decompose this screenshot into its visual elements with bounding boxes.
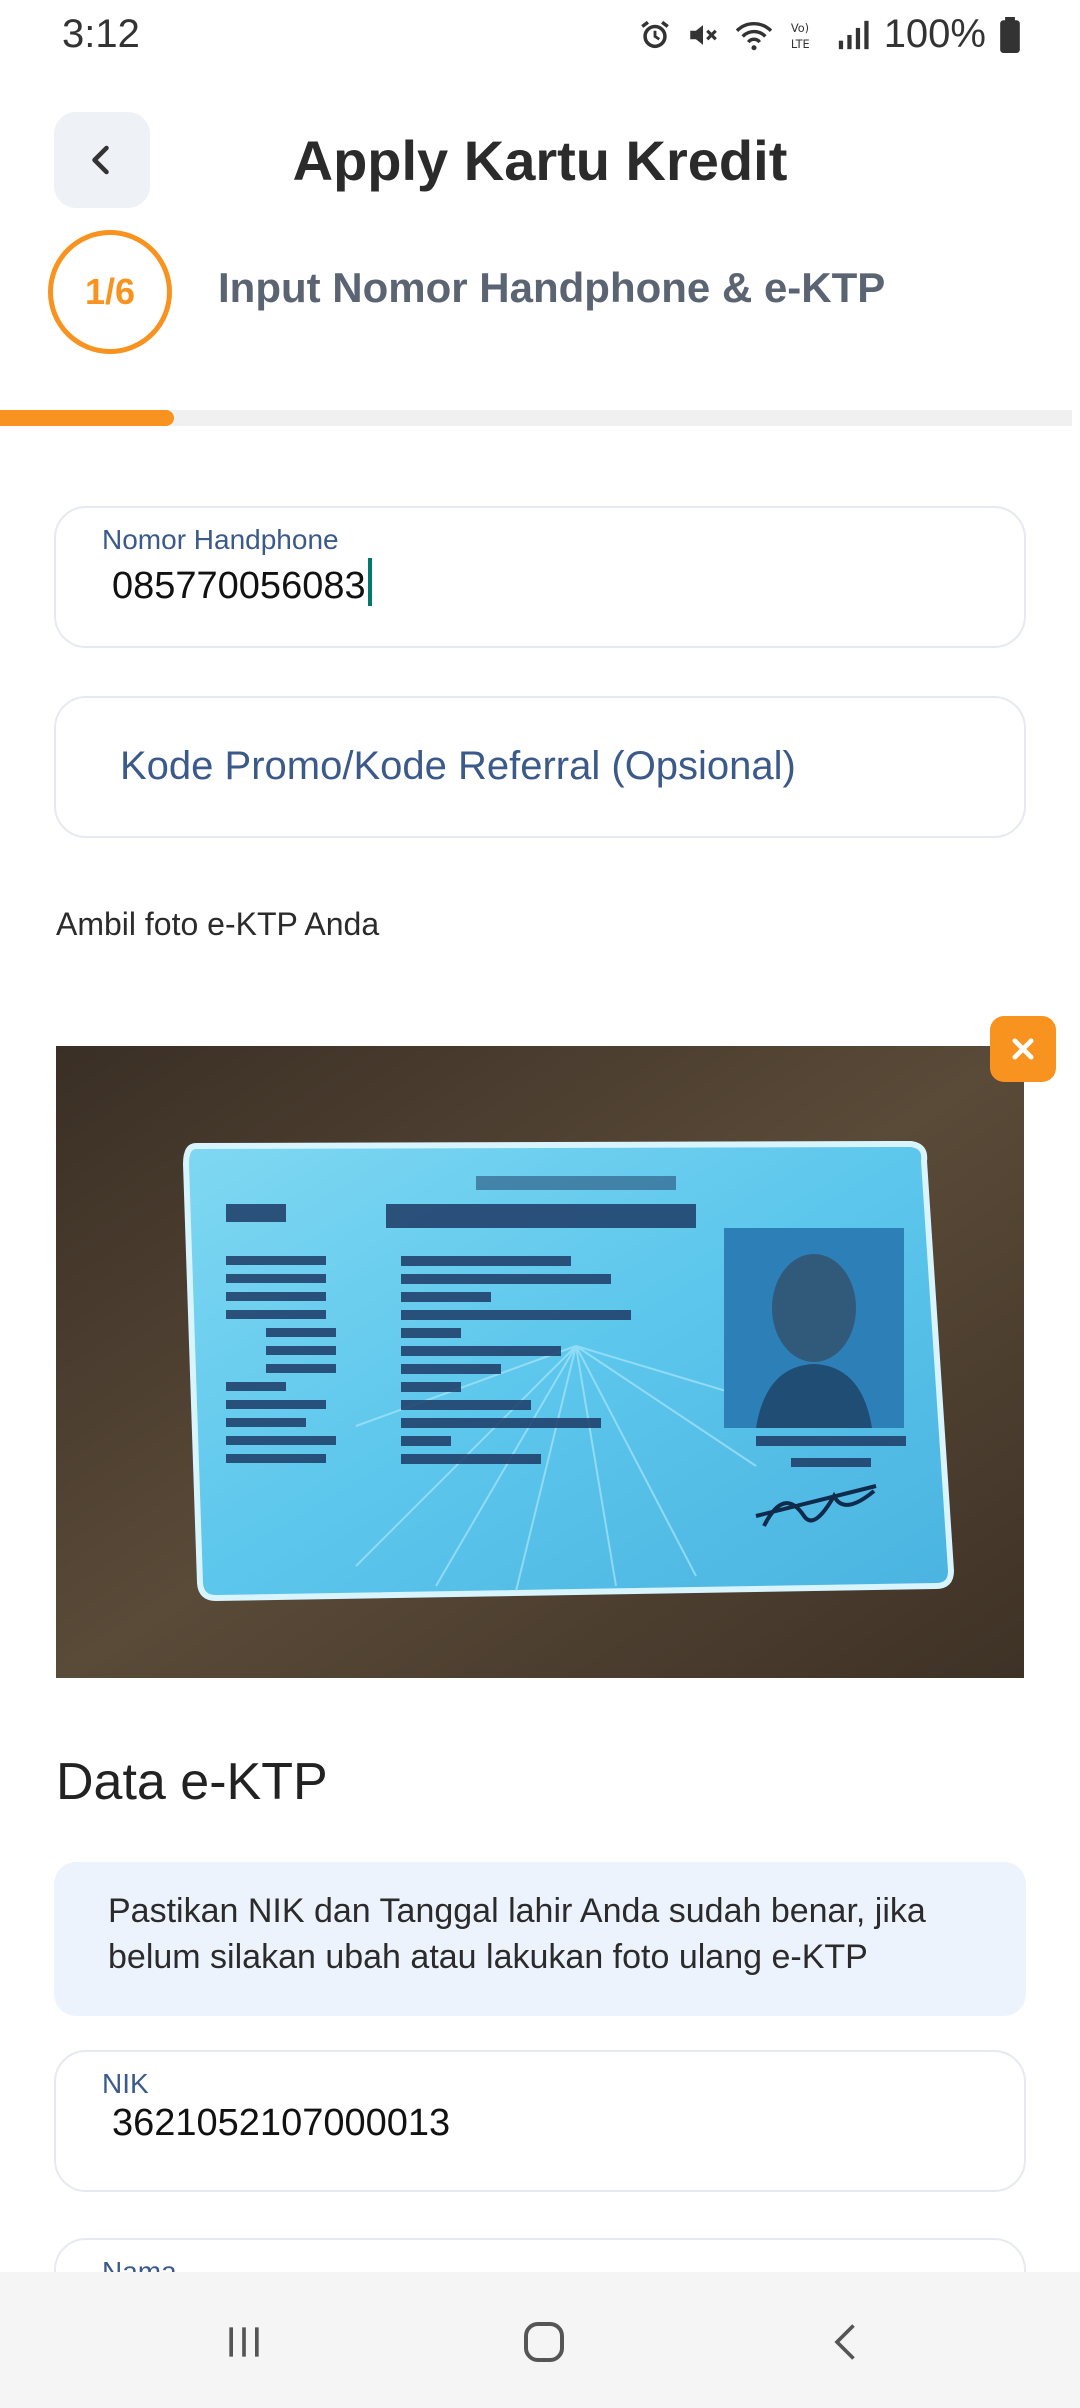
- battery-icon: [1000, 16, 1020, 53]
- phone-field-label: Nomor Handphone: [102, 524, 339, 555]
- status-bar: 3:12 Vo) LTE 100%: [0, 0, 1080, 70]
- text-caret: [367, 558, 372, 606]
- status-icons: Vo) LTE 100%: [638, 12, 1020, 57]
- status-time: 3:12: [62, 12, 140, 56]
- step-label: Input Nomor Handphone & e-KTP: [218, 264, 886, 311]
- page-title: Apply Kartu Kredit: [292, 129, 788, 192]
- phone-value: 085770056083: [112, 565, 366, 607]
- nik-field[interactable]: NIK 3621052107000013: [54, 2050, 1026, 2192]
- system-nav-bar: [0, 2272, 1080, 2408]
- phone-input[interactable]: 085770056083: [112, 558, 372, 608]
- battery-percent: 100%: [883, 12, 986, 56]
- promo-code-field[interactable]: Kode Promo/Kode Referral (Opsional): [54, 696, 1026, 838]
- nik-input[interactable]: 3621052107000013: [112, 2102, 450, 2145]
- remove-photo-button[interactable]: [990, 1016, 1056, 1082]
- volte-icon: Vo)LTE: [791, 21, 810, 51]
- recent-apps-button[interactable]: [214, 2312, 274, 2372]
- alarm-icon: [640, 20, 669, 48]
- home-button[interactable]: [514, 2312, 574, 2372]
- system-back-button[interactable]: [818, 2312, 878, 2372]
- home-icon: [524, 2322, 564, 2362]
- svg-text:LTE: LTE: [791, 36, 810, 50]
- svg-text:Vo): Vo): [791, 21, 809, 35]
- ektp-photo: [56, 1046, 1024, 1678]
- ektp-notice: Pastikan NIK dan Tanggal lahir Anda suda…: [54, 1862, 1026, 2016]
- mute-icon: [689, 24, 717, 45]
- promo-code-placeholder: Kode Promo/Kode Referral (Opsional): [120, 744, 796, 788]
- close-icon: [1012, 1038, 1034, 1060]
- signal-icon: [838, 20, 869, 49]
- step-indicator: 1/6: [48, 230, 172, 354]
- recent-apps-icon: [229, 2327, 259, 2357]
- progress-fill: [0, 410, 174, 426]
- nik-field-label: NIK: [102, 2068, 149, 2099]
- ektp-section-title: Data e-KTP: [56, 1753, 328, 1811]
- wifi-icon: [735, 21, 772, 50]
- photo-caption: Ambil foto e-KTP Anda: [56, 906, 380, 942]
- phone-field[interactable]: Nomor Handphone 085770056083: [54, 506, 1026, 648]
- back-icon: [834, 2324, 855, 2360]
- ektp-card-image: [56, 1046, 1024, 1678]
